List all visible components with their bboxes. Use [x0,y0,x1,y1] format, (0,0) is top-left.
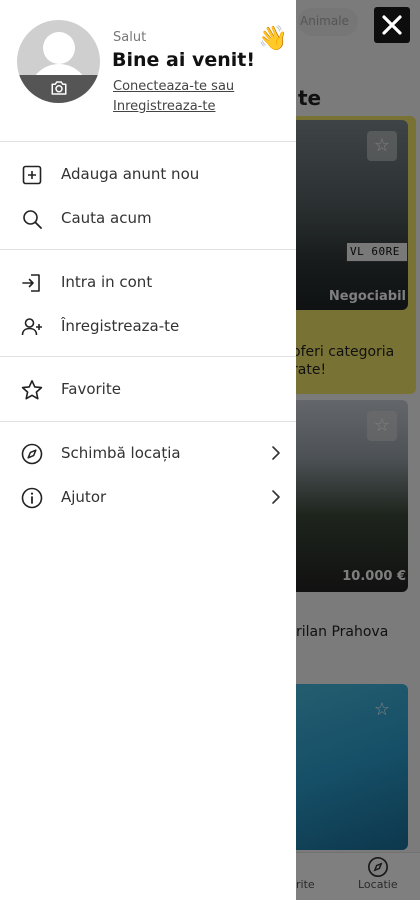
menu-item-help[interactable]: Ajutor [0,477,296,517]
auth-links[interactable]: Conecteaza-te sau Inregistreaza-te [113,77,234,117]
chevron-right-icon [272,446,280,460]
info-icon [21,487,43,509]
menu-item-search[interactable]: Cauta acum [0,198,296,238]
menu-item-label: Cauta acum [61,209,152,227]
compass-icon [21,443,43,465]
divider [0,141,296,142]
menu-item-label: Înregistreaza-te [61,317,180,335]
menu-item-label: Favorite [61,380,121,398]
chevron-right-icon [272,490,280,504]
menu-item-label: Adauga anunt nou [61,165,200,183]
greeting-small: Salut [113,30,147,45]
star-icon [21,380,43,400]
auth-link-login[interactable]: Conecteaza-te sau [113,79,234,94]
menu-item-register[interactable]: Înregistreaza-te [0,306,296,346]
login-icon [22,274,40,292]
menu-item-login[interactable]: Intra in cont [0,262,296,302]
plus-square-icon [22,165,42,185]
avatar-placeholder-head [43,32,75,64]
divider [0,356,296,357]
user-plus-icon [21,318,42,336]
menu-item-favorites[interactable]: Favorite [0,369,296,409]
divider [0,421,296,422]
divider [0,249,296,250]
search-icon [23,210,42,229]
camera-icon[interactable] [50,80,68,96]
avatar[interactable] [17,20,100,103]
navigation-drawer: Salut Bine ai venit! 👋 Conecteaza-te sau… [0,0,296,900]
menu-item-add-ad[interactable]: Adauga anunt nou [0,154,296,194]
auth-link-register[interactable]: Inregistreaza-te [113,99,215,114]
waving-hand-icon: 👋 [258,24,288,52]
menu-item-label: Schimbă locația [61,444,181,462]
close-drawer-button[interactable] [374,7,410,43]
close-icon [382,15,402,35]
menu-item-label: Intra in cont [61,273,153,291]
menu-item-change-location[interactable]: Schimbă locația [0,433,296,473]
menu-item-label: Ajutor [61,488,107,506]
greeting-title: Bine ai venit! [112,49,256,71]
